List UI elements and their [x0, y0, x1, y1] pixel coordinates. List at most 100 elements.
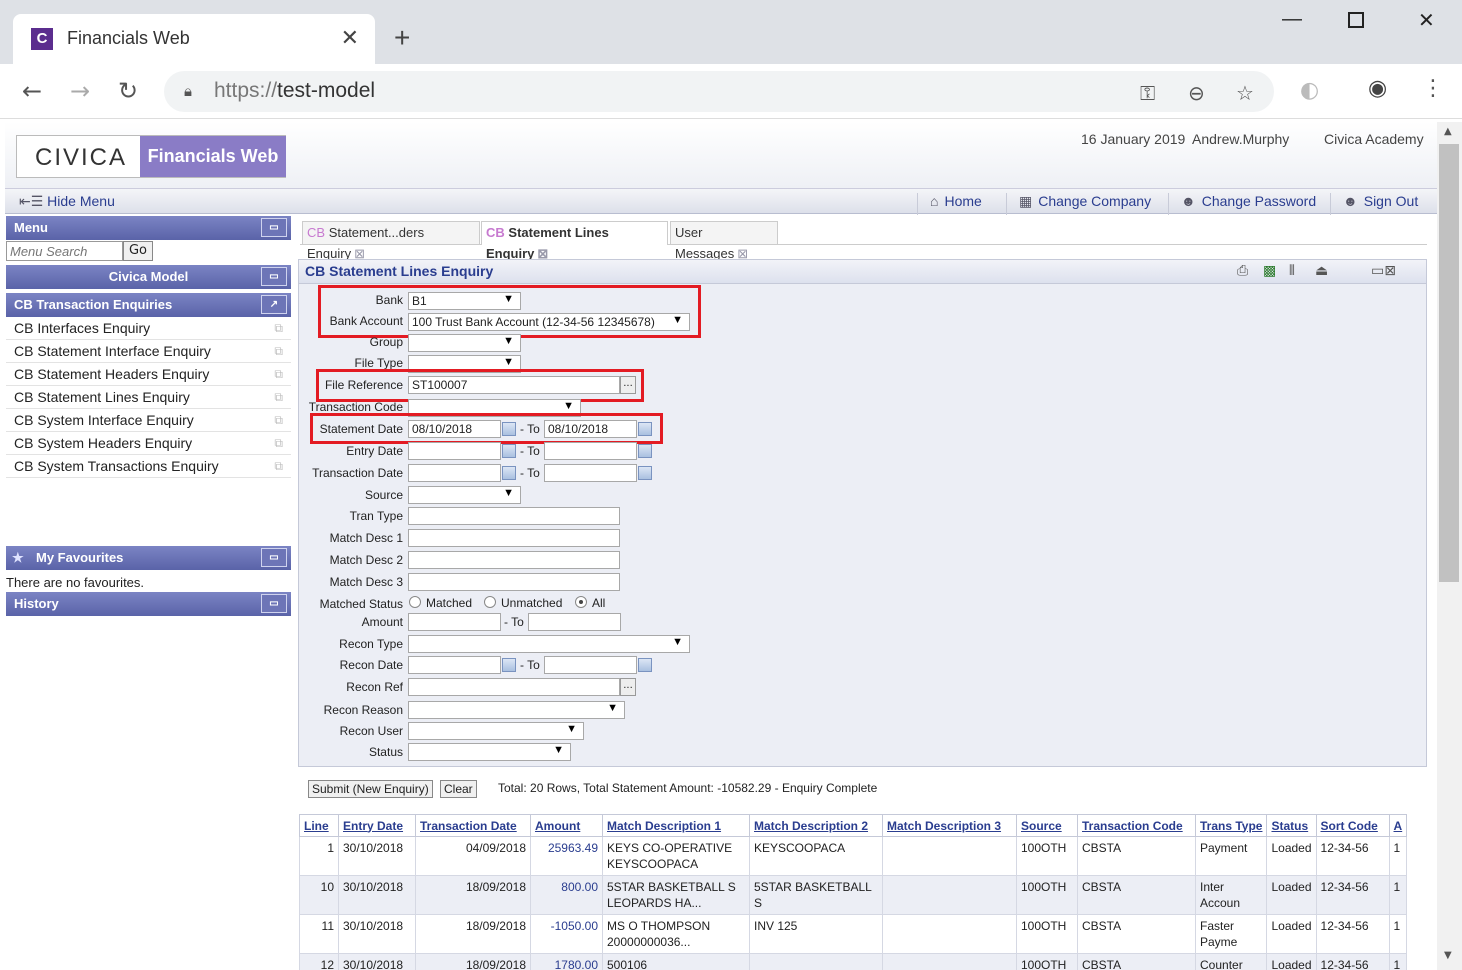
sidebar-item-cb-system-headers[interactable]: CB System Headers Enquiry ⧉: [6, 432, 291, 455]
browser-menu-icon[interactable]: ⋮: [1422, 76, 1444, 101]
sign-out-link[interactable]: ☻ Sign Out: [1330, 193, 1418, 215]
col-a[interactable]: A: [1388, 814, 1408, 837]
recon-reason-select[interactable]: [408, 701, 625, 719]
reload-icon[interactable]: ↻: [118, 77, 138, 105]
source-select[interactable]: [408, 486, 521, 504]
tab-statement-lines[interactable]: CB Statement Lines Enquiry ⊠: [481, 221, 668, 261]
table-row[interactable]: 1 30/10/2018 04/09/2018 25963.49 KEYS CO…: [299, 836, 1408, 876]
extension-icon[interactable]: ◐: [1300, 78, 1319, 103]
tab-statement-headers[interactable]: CB Statement...ders Enquiry ⊠: [302, 221, 480, 261]
menu-search-input[interactable]: [6, 241, 123, 261]
forward-icon[interactable]: →: [70, 77, 90, 105]
open-external-icon: ⧉: [274, 344, 283, 358]
sidebar-item-cb-system-transactions[interactable]: CB System Transactions Enquiry ⧉: [6, 455, 291, 478]
excel-export-icon[interactable]: ▩: [1263, 263, 1276, 279]
change-company-link[interactable]: ▦ Change Company: [1006, 193, 1151, 215]
section-header[interactable]: CB Transaction Enquiries ↗: [6, 293, 291, 317]
hide-menu-link[interactable]: ⇤☰ Hide Menu: [19, 193, 115, 210]
entry-date-from-input[interactable]: [408, 442, 501, 460]
key-icon[interactable]: ⚿: [1140, 81, 1155, 105]
maximize-icon[interactable]: [1348, 12, 1364, 28]
matched-radio[interactable]: [409, 596, 421, 608]
table-row[interactable]: 11 30/10/2018 18/09/2018 -1050.00 MS O T…: [299, 914, 1408, 954]
columns-icon[interactable]: ⫴: [1289, 263, 1295, 279]
sidebar-item-cb-statement-lines[interactable]: CB Statement Lines Enquiry ⧉: [6, 386, 291, 409]
col-entry-date[interactable]: Entry Date: [338, 814, 416, 837]
table-row[interactable]: 12 30/10/2018 18/09/2018 1780.00 500106 …: [299, 953, 1408, 970]
close-window-icon[interactable]: ✕: [1418, 8, 1435, 33]
bookmark-star-icon[interactable]: ☆: [1236, 81, 1254, 105]
recon-type-select[interactable]: [408, 635, 690, 653]
omnibox[interactable]: 🔒︎ https://test-model ⚿ ⊖ ☆: [164, 71, 1274, 112]
recon-date-to-input[interactable]: [544, 656, 637, 674]
change-password-link[interactable]: ☻ Change Password: [1168, 193, 1316, 215]
submit-new-enquiry-button[interactable]: Submit (New Enquiry): [308, 780, 433, 798]
col-status[interactable]: Status: [1266, 814, 1317, 837]
zoom-icon[interactable]: ⊖: [1188, 81, 1205, 105]
amount-from-input[interactable]: [408, 613, 501, 631]
home-link[interactable]: ⌂ Home: [917, 193, 982, 215]
tran-type-input[interactable]: [408, 507, 620, 525]
history-header[interactable]: History ▭: [6, 592, 291, 616]
scroll-down-icon[interactable]: ▼: [1444, 950, 1452, 961]
clear-button[interactable]: Clear: [440, 780, 477, 798]
collapse-panel-icon[interactable]: ▭: [261, 218, 287, 237]
transaction-date-from-input[interactable]: [408, 464, 501, 482]
status-label: Status: [368, 745, 403, 759]
col-line[interactable]: Line: [299, 814, 339, 837]
scrollbar-thumb[interactable]: [1439, 144, 1459, 582]
entry-date-to-input[interactable]: [544, 442, 637, 460]
calendar-icon[interactable]: [638, 466, 652, 480]
group-select[interactable]: [408, 334, 521, 352]
match-desc-1-input[interactable]: [408, 529, 620, 547]
tab-user-messages[interactable]: User Messages ⊠: [670, 221, 778, 261]
sidebar-item-cb-statement-interface[interactable]: CB Statement Interface Enquiry ⧉: [6, 340, 291, 363]
new-tab-icon[interactable]: +: [394, 22, 410, 54]
col-transaction-code[interactable]: Transaction Code: [1077, 814, 1196, 837]
col-match-desc-2[interactable]: Match Description 2: [749, 814, 883, 837]
transaction-date-to-input[interactable]: [544, 464, 637, 482]
match-desc-3-input[interactable]: [408, 573, 620, 591]
sidebar-item-cb-system-interface[interactable]: CB System Interface Enquiry ⧉: [6, 409, 291, 432]
browser-tab[interactable]: C Financials Web ✕: [13, 14, 375, 64]
amount-to-input[interactable]: [528, 613, 621, 631]
profile-icon[interactable]: ◉: [1368, 76, 1387, 101]
recon-ref-lookup-button[interactable]: ...: [620, 678, 636, 696]
favourites-header[interactable]: ★ My Favourites ▭: [6, 546, 291, 570]
calendar-icon[interactable]: [502, 658, 516, 672]
calendar-icon[interactable]: [502, 444, 516, 458]
minimize-icon[interactable]: —: [1282, 8, 1302, 31]
col-match-desc-3[interactable]: Match Description 3: [882, 814, 1017, 837]
collapse-panel-icon[interactable]: ▭: [261, 267, 287, 286]
col-match-desc-1[interactable]: Match Description 1: [602, 814, 750, 837]
calendar-icon[interactable]: [638, 444, 652, 458]
recon-date-from-input[interactable]: [408, 656, 501, 674]
col-source[interactable]: Source: [1016, 814, 1078, 837]
calendar-icon[interactable]: [502, 466, 516, 480]
col-trans-type[interactable]: Trans Type: [1194, 814, 1268, 837]
recon-user-select[interactable]: [408, 722, 584, 740]
to-label: - To: [520, 444, 540, 458]
sidebar-item-cb-interfaces[interactable]: CB Interfaces Enquiry ⧉: [6, 317, 291, 340]
menu-search-go-button[interactable]: Go: [123, 241, 153, 261]
col-sort-code[interactable]: Sort Code: [1315, 814, 1390, 837]
status-select[interactable]: [408, 743, 571, 761]
model-header[interactable]: Civica Model ▭: [6, 265, 291, 289]
unmatched-radio[interactable]: [484, 596, 496, 608]
sidebar-item-cb-statement-headers[interactable]: CB Statement Headers Enquiry ⧉: [6, 363, 291, 386]
filter-icon[interactable]: ⏏: [1315, 263, 1328, 279]
recon-ref-input[interactable]: [408, 678, 620, 696]
calendar-icon[interactable]: [638, 658, 652, 672]
col-transaction-date[interactable]: Transaction Date: [415, 814, 531, 837]
all-radio[interactable]: [575, 596, 587, 608]
scroll-up-icon[interactable]: ▲: [1444, 126, 1452, 137]
page-scrollbar[interactable]: ▲ ▼: [1437, 122, 1462, 970]
print-icon[interactable]: ⎙: [1237, 263, 1248, 279]
table-row[interactable]: 10 30/10/2018 18/09/2018 800.00 5STAR BA…: [299, 875, 1408, 915]
cell-transaction-code: CBSTA: [1077, 875, 1196, 915]
back-icon[interactable]: ←: [22, 77, 42, 105]
close-panel-icon[interactable]: ▭⊠: [1371, 263, 1396, 279]
match-desc-2-input[interactable]: [408, 551, 620, 569]
close-tab-icon[interactable]: ✕: [341, 26, 359, 51]
col-amount[interactable]: Amount: [530, 814, 603, 837]
